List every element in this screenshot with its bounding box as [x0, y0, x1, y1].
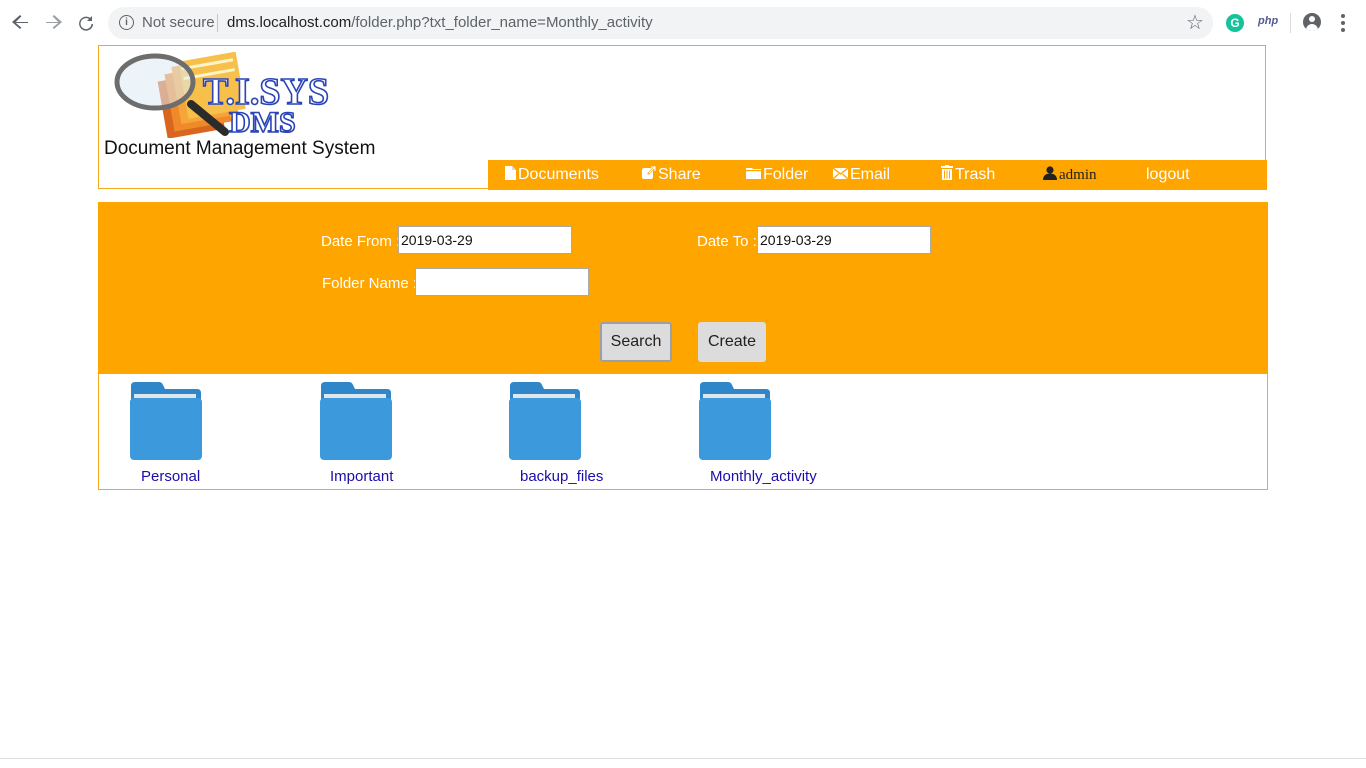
nav-admin-label: admin — [1059, 166, 1097, 183]
folder-backup-files-link[interactable]: backup_files — [520, 468, 603, 485]
envelope-icon — [832, 166, 849, 184]
nav-admin[interactable]: admin — [1043, 160, 1097, 190]
folder-personal-link[interactable]: Personal — [141, 468, 200, 485]
toolbar-separator — [1290, 13, 1291, 33]
folder-name-input[interactable] — [415, 268, 589, 296]
address-separator — [217, 14, 218, 32]
create-button[interactable]: Create — [698, 322, 766, 362]
user-icon — [1043, 165, 1057, 185]
nav-folder[interactable]: Folder — [746, 160, 808, 190]
nav-logout[interactable]: logout — [1146, 160, 1190, 190]
nav-trash[interactable]: Trash — [941, 160, 995, 190]
nav-logout-label: logout — [1146, 166, 1190, 183]
share-icon — [642, 165, 657, 185]
reload-icon[interactable] — [75, 11, 97, 33]
main-navbar: Documents Share Folder Email Trash admin… — [488, 160, 1267, 190]
document-icon — [505, 165, 516, 185]
url-text[interactable]: dms.localhost.com/folder.php?txt_folder_… — [227, 14, 653, 31]
folder-grid: Personal Important backup_files Monthly_… — [98, 374, 1268, 490]
address-bar[interactable]: i Not secure dms.localhost.com/folder.ph… — [108, 7, 1213, 39]
nav-documents-label: Documents — [518, 166, 599, 183]
folder-monthly-activity-link[interactable]: Monthly_activity — [710, 468, 817, 485]
nav-email-label: Email — [850, 166, 891, 183]
php-extension-icon[interactable]: php — [1258, 15, 1278, 27]
forward-arrow-icon[interactable] — [42, 11, 64, 33]
security-label: Not secure — [142, 14, 215, 31]
profile-icon[interactable] — [1303, 13, 1321, 31]
folder-name-label: Folder Name : — [322, 275, 418, 292]
nav-trash-label: Trash — [955, 166, 996, 183]
date-to-input[interactable] — [757, 226, 931, 254]
nav-documents[interactable]: Documents — [505, 160, 599, 190]
menu-dots-icon[interactable] — [1340, 14, 1346, 32]
info-icon[interactable]: i — [119, 15, 134, 30]
url-host: dms.localhost.com — [227, 14, 352, 31]
tisys-dms-logo: T.I.SYS DMS — [113, 51, 363, 140]
folder-personal-icon[interactable] — [129, 382, 209, 462]
page-header: T.I.SYS DMS Document Management System D… — [98, 45, 1267, 190]
date-from-input[interactable] — [398, 226, 572, 254]
grammarly-extension-icon[interactable]: G — [1226, 14, 1244, 32]
url-path: /folder.php?txt_folder_name=Monthly_acti… — [351, 14, 653, 31]
date-from-label: Date From : — [321, 233, 401, 250]
folder-monthly-activity-icon[interactable] — [698, 382, 778, 462]
folder-important-icon[interactable] — [319, 382, 399, 462]
nav-share[interactable]: Share — [642, 160, 701, 190]
folder-icon — [746, 166, 761, 184]
nav-share-label: Share — [658, 166, 701, 183]
date-to-label: Date To : — [697, 233, 757, 250]
folder-important-link[interactable]: Important — [330, 468, 393, 485]
browser-toolbar: i Not secure dms.localhost.com/folder.ph… — [0, 0, 1366, 46]
status-bar-border — [0, 758, 1366, 759]
svg-text:DMS: DMS — [229, 106, 296, 138]
site-tagline: Document Management System — [104, 138, 376, 159]
star-icon[interactable]: ☆ — [1186, 10, 1204, 35]
nav-email[interactable]: Email — [832, 160, 891, 190]
search-panel: Date From : Date To : Folder Name : Sear… — [98, 202, 1268, 374]
nav-folder-label: Folder — [763, 166, 809, 183]
folder-backup-files-icon[interactable] — [508, 382, 588, 462]
search-button[interactable]: Search — [600, 322, 672, 362]
back-arrow-icon[interactable] — [10, 11, 32, 33]
trash-icon — [941, 165, 953, 185]
